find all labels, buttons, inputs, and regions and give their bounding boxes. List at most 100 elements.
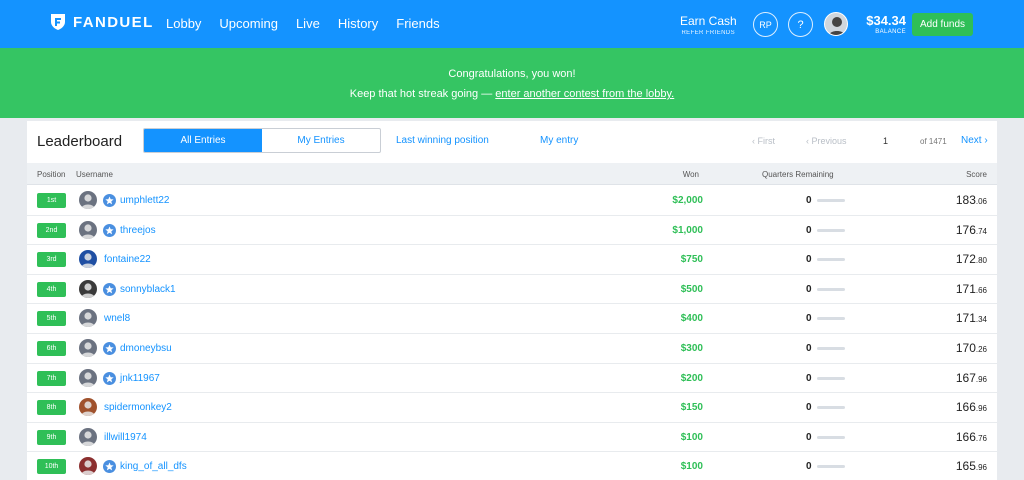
table-row[interactable]: 1st umphlett22 $2,000 0 183.06 bbox=[27, 186, 997, 216]
nav-lobby[interactable]: Lobby bbox=[166, 16, 201, 31]
previous-page-button[interactable]: ‹ Previous bbox=[806, 136, 847, 146]
earn-cash-link[interactable]: Earn Cash REFER FRIENDS bbox=[680, 14, 737, 36]
position-badge: 7th bbox=[37, 370, 66, 386]
tab-all-entries[interactable]: All Entries bbox=[144, 129, 262, 152]
user-avatar-icon[interactable] bbox=[79, 220, 97, 239]
won-amount: $100 bbox=[680, 431, 703, 443]
col-score: Score bbox=[966, 170, 987, 179]
quarters-progress-bar bbox=[817, 435, 845, 439]
quarters-remaining-value: 0 bbox=[806, 461, 812, 473]
position-badge: 3rd bbox=[37, 252, 66, 268]
shield-logo-icon bbox=[51, 14, 65, 30]
earn-cash-label: Earn Cash bbox=[680, 14, 737, 28]
table-row[interactable]: 6th dmoneybsu $300 0 170.26 bbox=[27, 334, 997, 364]
star-badge-icon bbox=[103, 282, 116, 296]
nav-upcoming[interactable]: Upcoming bbox=[219, 16, 278, 31]
user-avatar-icon[interactable] bbox=[79, 279, 97, 298]
nav-friends[interactable]: Friends bbox=[396, 16, 439, 31]
leaderboard-title: Leaderboard bbox=[37, 133, 123, 150]
current-page[interactable]: 1 bbox=[883, 136, 888, 146]
user-avatar[interactable] bbox=[824, 12, 848, 36]
enter-contest-link[interactable]: enter another contest from the lobby. bbox=[495, 88, 674, 100]
table-row[interactable]: 2nd threejos $1,000 0 176.74 bbox=[27, 216, 997, 246]
star-badge-icon bbox=[103, 342, 116, 355]
won-amount: $1,000 bbox=[672, 224, 703, 236]
username-link[interactable]: king_of_all_dfs bbox=[120, 461, 187, 472]
quarters-progress-bar bbox=[817, 317, 845, 321]
score-integer: 170 bbox=[955, 341, 976, 355]
score-value: 176.74 bbox=[956, 223, 987, 237]
quarters-progress-bar bbox=[817, 258, 845, 262]
star-badge-icon bbox=[103, 371, 116, 385]
position-badge: 10th bbox=[37, 459, 66, 475]
top-nav-bar: FANDUEL Lobby Upcoming Live History Frie… bbox=[0, 0, 1024, 48]
user-avatar-icon[interactable] bbox=[79, 191, 97, 209]
quarters-remaining-value: 0 bbox=[806, 343, 812, 354]
score-value: 166.76 bbox=[956, 430, 987, 444]
balance-amount: $34.34 bbox=[866, 13, 906, 28]
won-amount: $750 bbox=[680, 254, 703, 266]
help-button[interactable]: ? bbox=[788, 12, 813, 37]
score-value: 183.06 bbox=[956, 193, 987, 207]
score-value: 167.96 bbox=[956, 371, 987, 385]
add-funds-button[interactable]: Add funds bbox=[912, 13, 973, 36]
nav-history[interactable]: History bbox=[338, 16, 378, 31]
quarters-remaining-value: 0 bbox=[806, 431, 812, 443]
user-avatar-icon[interactable] bbox=[79, 250, 97, 269]
quarters-remaining-value: 0 bbox=[806, 402, 812, 414]
col-position: Position bbox=[37, 170, 66, 179]
username-link[interactable]: illwill1974 bbox=[104, 432, 147, 443]
last-winning-position-link[interactable]: Last winning position bbox=[396, 135, 489, 146]
star-badge-icon bbox=[103, 194, 116, 207]
first-page-button[interactable]: ‹ First bbox=[752, 136, 775, 146]
user-avatar-icon[interactable] bbox=[79, 427, 97, 446]
score-value: 172.80 bbox=[956, 252, 987, 266]
user-avatar-icon[interactable] bbox=[79, 339, 97, 357]
username-link[interactable]: sonnyblack1 bbox=[120, 284, 176, 295]
leaderboard-panel: Leaderboard All Entries My Entries Last … bbox=[27, 121, 997, 480]
position-badge: 8th bbox=[37, 400, 66, 416]
table-header: Position Username Won Quarters Remaining… bbox=[27, 163, 997, 185]
won-amount: $400 bbox=[680, 313, 703, 325]
username-link[interactable]: umphlett22 bbox=[120, 195, 169, 206]
table-row[interactable]: 5th wnel8 $400 0 171.34 bbox=[27, 304, 997, 334]
nav-live[interactable]: Live bbox=[296, 16, 320, 31]
my-entry-link[interactable]: My entry bbox=[540, 135, 578, 146]
table-row[interactable]: 9th illwill1974 $100 0 166.76 bbox=[27, 423, 997, 453]
user-avatar-icon[interactable] bbox=[79, 457, 97, 476]
table-row[interactable]: 4th sonnyblack1 $500 0 171.66 bbox=[27, 275, 997, 305]
username-link[interactable]: wnel8 bbox=[104, 313, 130, 324]
rp-button[interactable]: RP bbox=[753, 12, 778, 37]
score-decimal: .06 bbox=[975, 197, 987, 206]
balance-display: $34.34 BALANCE bbox=[856, 13, 906, 35]
quarters-remaining-value: 0 bbox=[806, 313, 812, 325]
won-amount: $300 bbox=[680, 343, 703, 354]
score-decimal: .66 bbox=[975, 285, 987, 295]
user-avatar-icon[interactable] bbox=[79, 368, 97, 387]
table-row[interactable]: 8th spidermonkey2 $150 0 166.96 bbox=[27, 393, 997, 423]
fanduel-logo[interactable]: FANDUEL bbox=[50, 13, 154, 31]
score-integer: 171 bbox=[955, 311, 976, 326]
quarters-remaining-value: 0 bbox=[806, 254, 812, 266]
table-row[interactable]: 10th king_of_all_dfs $100 0 165.96 bbox=[27, 452, 997, 480]
score-decimal: .26 bbox=[975, 345, 987, 354]
quarters-remaining-value: 0 bbox=[806, 224, 812, 236]
username-link[interactable]: threejos bbox=[120, 225, 156, 236]
username-link[interactable]: dmoneybsu bbox=[120, 343, 172, 354]
col-quarters-remaining: Quarters Remaining bbox=[762, 170, 834, 179]
username-link[interactable]: spidermonkey2 bbox=[104, 402, 172, 413]
tab-my-entries[interactable]: My Entries bbox=[262, 129, 380, 152]
score-value: 171.66 bbox=[956, 282, 987, 296]
username-link[interactable]: jnk11967 bbox=[120, 373, 160, 384]
position-badge: 6th bbox=[37, 341, 66, 356]
position-badge: 9th bbox=[37, 429, 66, 445]
user-avatar-icon[interactable] bbox=[79, 398, 97, 417]
username-link[interactable]: fontaine22 bbox=[104, 254, 151, 265]
table-row[interactable]: 3rd fontaine22 $750 0 172.80 bbox=[27, 245, 997, 275]
main-nav: Lobby Upcoming Live History Friends bbox=[166, 16, 440, 31]
won-amount: $100 bbox=[680, 461, 703, 473]
quarters-remaining-value: 0 bbox=[806, 372, 812, 384]
user-avatar-icon[interactable] bbox=[79, 309, 97, 328]
next-page-button[interactable]: Next › bbox=[961, 135, 988, 146]
table-row[interactable]: 7th jnk11967 $200 0 167.96 bbox=[27, 364, 997, 394]
